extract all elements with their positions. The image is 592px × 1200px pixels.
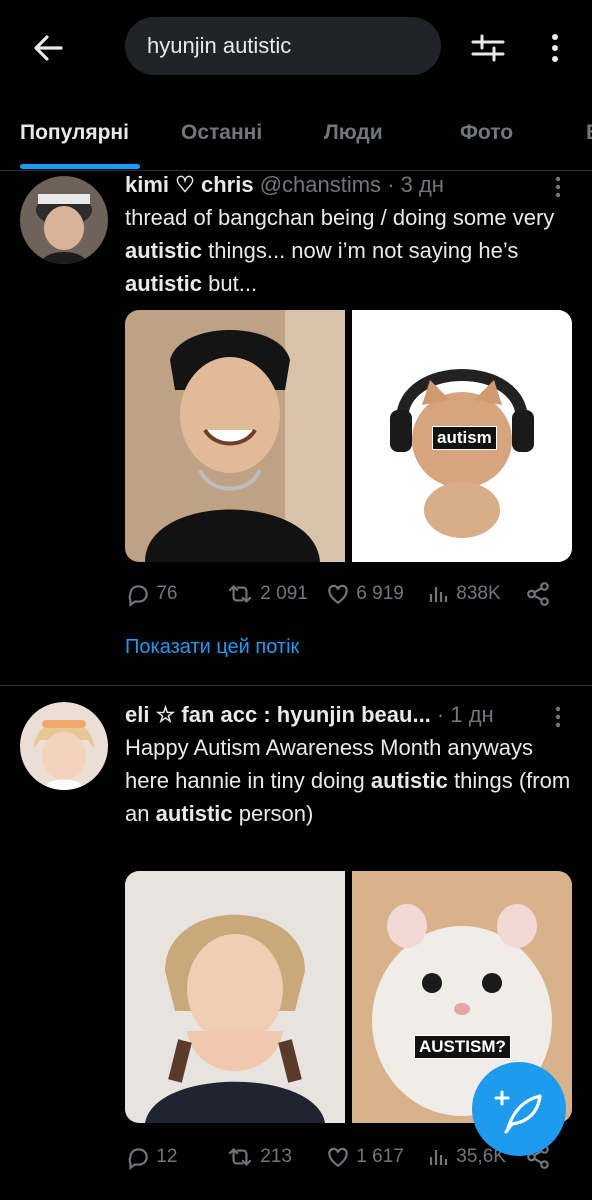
compose-icon — [494, 1090, 542, 1134]
reply-icon — [128, 585, 148, 607]
views-icon — [429, 1149, 448, 1165]
tweet-header: eli ☆ fan acc : hyunjin beau... · 1 дн — [125, 702, 494, 728]
tab-latest[interactable]: Останні — [181, 100, 262, 170]
retweet-count: 2 091 — [260, 583, 308, 604]
media-overlay-text: AUSTISM? — [414, 1035, 511, 1059]
media-overlay-text: autism — [432, 426, 497, 450]
views-icon — [429, 586, 448, 602]
reply-count: 12 — [156, 1146, 178, 1167]
reply-count: 76 — [156, 583, 178, 604]
like-button[interactable]: 6 919 — [325, 578, 404, 610]
like-count: 1 617 — [356, 1146, 404, 1167]
share-icon[interactable] — [525, 578, 551, 610]
like-icon — [328, 1147, 348, 1167]
more-vertical-icon[interactable] — [548, 174, 568, 204]
tweet-actions: 76 2 091 6 919 838K — [125, 578, 575, 610]
author-handle: @chanstims — [259, 172, 382, 197]
text-part: things... now i’m not saying he’s — [202, 238, 519, 263]
reply-button[interactable]: 12 — [125, 1141, 177, 1173]
tweet-header: kimi ♡ chris @chanstims · 3 дн — [125, 172, 444, 198]
views-count: 838K — [456, 583, 501, 604]
avatar[interactable] — [20, 176, 108, 264]
tweet-text: Happy Autism Awareness Month anyways her… — [125, 731, 575, 830]
author-name[interactable]: kimi ♡ chris — [125, 172, 254, 197]
tab-next[interactable]: В — [586, 100, 592, 170]
timestamp: · 1 дн — [436, 702, 494, 727]
author-name[interactable]: eli ☆ fan acc : hyunjin beau... — [125, 702, 431, 727]
text-highlight: autistic — [125, 271, 203, 296]
retweet-icon — [228, 1147, 252, 1166]
like-button[interactable]: 1 617 — [325, 1141, 404, 1173]
text-highlight: autistic — [125, 238, 203, 263]
tab-people[interactable]: Люди — [324, 100, 383, 170]
tab-bar: Популярні Останні Люди Фото В — [0, 100, 592, 171]
reply-icon — [128, 1148, 148, 1170]
media-photo[interactable] — [125, 310, 345, 562]
views-button[interactable]: 838K — [427, 578, 501, 610]
search-input[interactable]: hyunjin autistic — [125, 17, 441, 75]
retweet-icon — [228, 584, 252, 603]
tweet-1[interactable]: kimi ♡ chris @chanstims · 3 дн thread of… — [0, 170, 592, 685]
reply-button[interactable]: 76 — [125, 578, 177, 610]
media-photo[interactable]: autism — [352, 310, 572, 562]
more-vertical-icon[interactable] — [540, 28, 570, 68]
tweet-text: thread of bangchan being / doing some ve… — [125, 201, 575, 300]
media-grid: autism — [125, 310, 572, 562]
active-tab-indicator — [20, 164, 140, 169]
text-part: but... — [202, 271, 258, 296]
like-count: 6 919 — [356, 583, 404, 604]
timestamp: · 3 дн — [387, 172, 444, 197]
text-highlight: autistic — [155, 801, 233, 826]
tab-photos[interactable]: Фото — [460, 100, 513, 170]
top-bar: hyunjin autistic — [0, 0, 592, 100]
retweet-count: 213 — [260, 1146, 292, 1167]
filter-sliders-icon[interactable] — [468, 28, 508, 68]
avatar[interactable] — [20, 702, 108, 790]
text-part: person) — [232, 801, 314, 826]
retweet-button[interactable]: 2 091 — [225, 578, 308, 610]
retweet-button[interactable]: 213 — [225, 1141, 292, 1173]
compose-button[interactable] — [472, 1062, 566, 1156]
text-part: thread of bangchan being / doing some ve… — [125, 205, 555, 230]
back-arrow-icon[interactable] — [28, 28, 68, 68]
tab-popular[interactable]: Популярні — [20, 100, 129, 170]
media-photo[interactable] — [125, 871, 345, 1123]
text-highlight: autistic — [370, 768, 448, 793]
show-thread-link[interactable]: Показати цей потік — [125, 636, 299, 659]
more-vertical-icon[interactable] — [548, 704, 568, 734]
like-icon — [328, 584, 348, 604]
